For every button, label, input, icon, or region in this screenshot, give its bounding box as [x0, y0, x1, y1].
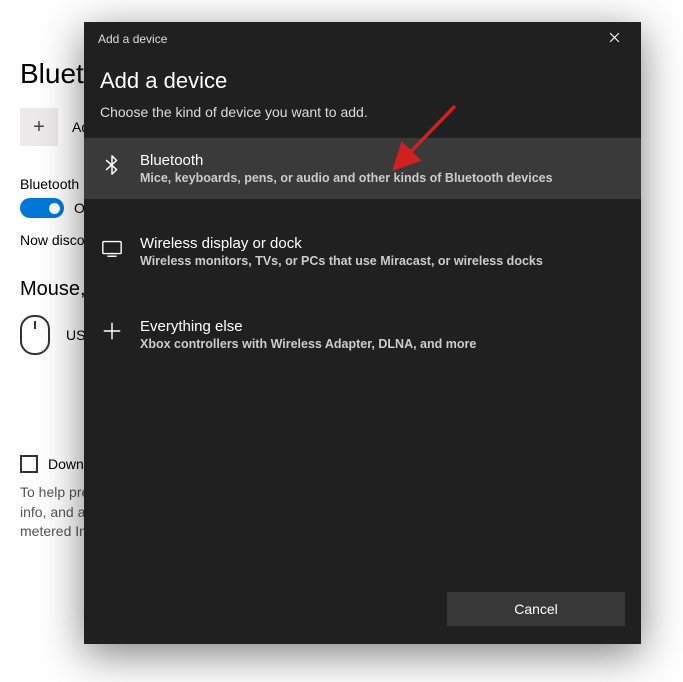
- dialog-titlebar-text: Add a device: [98, 32, 167, 46]
- dialog-subtitle: Choose the kind of device you want to ad…: [100, 104, 625, 120]
- close-icon: [609, 32, 620, 46]
- plus-icon[interactable]: +: [20, 108, 58, 146]
- mouse-icon: [20, 315, 50, 355]
- plus-icon: [100, 320, 124, 342]
- cancel-button[interactable]: Cancel: [447, 592, 625, 626]
- bluetooth-toggle[interactable]: [20, 198, 64, 218]
- bluetooth-icon: [100, 154, 124, 176]
- close-button[interactable]: [593, 24, 635, 54]
- option-everything-else[interactable]: Everything else Xbox controllers with Wi…: [84, 304, 641, 365]
- dialog-heading: Add a device: [100, 68, 625, 94]
- dialog-titlebar: Add a device: [84, 22, 641, 56]
- add-device-dialog: Add a device Add a device Choose the kin…: [84, 22, 641, 644]
- option-bluetooth[interactable]: Bluetooth Mice, keyboards, pens, or audi…: [84, 138, 641, 199]
- download-over-metered-checkbox[interactable]: [20, 455, 38, 473]
- display-icon: [100, 237, 124, 259]
- option-title: Bluetooth: [140, 152, 553, 169]
- option-desc: Mice, keyboards, pens, or audio and othe…: [140, 171, 553, 185]
- option-title: Everything else: [140, 318, 476, 335]
- option-desc: Xbox controllers with Wireless Adapter, …: [140, 337, 476, 351]
- device-kind-options: Bluetooth Mice, keyboards, pens, or audi…: [100, 138, 625, 365]
- option-title: Wireless display or dock: [140, 235, 543, 252]
- mouse-item-label: US: [66, 327, 85, 343]
- option-desc: Wireless monitors, TVs, or PCs that use …: [140, 254, 543, 268]
- option-wireless-display[interactable]: Wireless display or dock Wireless monito…: [84, 221, 641, 282]
- download-label: Down: [48, 456, 84, 472]
